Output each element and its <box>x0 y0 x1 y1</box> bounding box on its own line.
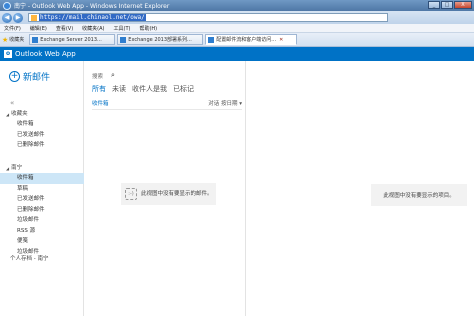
outlook-logo-icon: o <box>4 50 12 58</box>
nav-item-inbox[interactable]: 收件箱 <box>0 119 84 130</box>
nav-item-sent[interactable]: 已发送邮件 <box>0 130 84 141</box>
nav-item-junk[interactable]: 垃圾邮件 <box>0 215 84 226</box>
tab-close-icon[interactable]: ✕ <box>279 37 283 43</box>
empty-reading-notice: 此视图中没有要显示的项目。 <box>371 184 467 206</box>
star-icon: ★ <box>2 35 9 44</box>
search-box[interactable]: 搜索 ⌕ <box>92 71 115 80</box>
maximize-button[interactable]: □ <box>441 1 453 9</box>
menu-edit[interactable]: 编辑(E) <box>30 25 47 32</box>
page-icon <box>31 14 37 21</box>
favorites-section: ◢ 收藏夹 收件箱 已发送邮件 已删除邮件 <box>0 110 84 151</box>
back-button[interactable]: ◀ <box>2 12 12 23</box>
browser-tab-label: 配置邮件流和客户端访问... <box>216 37 277 43</box>
menu-bar: 文件(F) 编辑(E) 查看(V) 收藏夹(A) 工具(T) 帮助(H) <box>0 24 474 33</box>
mailbox-header[interactable]: ◢ 南宁 <box>0 164 84 173</box>
minimize-button[interactable]: _ <box>428 1 440 9</box>
nav-item-rss[interactable]: RSS 源 <box>0 226 84 237</box>
collapse-chevron-icon[interactable]: « <box>10 99 14 107</box>
favorites-button[interactable]: ★ 收藏夹 <box>2 36 24 44</box>
address-bar-row: ◀ ▶ https://mail.chinaol.net/owa/ <box>0 11 474 24</box>
expand-triangle-icon: ◢ <box>6 166 10 171</box>
owa-brand: Outlook Web App <box>15 50 76 58</box>
browser-tab-label: Exchange 2013部署系列... <box>128 37 192 43</box>
favorites-tab-bar: ★ 收藏夹 Exchange Server 2013... Exchange 2… <box>0 33 474 47</box>
menu-help[interactable]: 帮助(H) <box>139 25 157 32</box>
sort-dropdown[interactable]: 对话 按日期 ▾ <box>208 99 242 107</box>
nav-item-drafts[interactable]: 草稿 <box>0 184 84 195</box>
expand-triangle-icon: ◢ <box>6 112 10 117</box>
menu-tools[interactable]: 工具(T) <box>114 25 131 32</box>
nav-item-notes[interactable]: 便笺 <box>0 236 84 247</box>
empty-list-notice: :-) 此视图中没有要显示的邮件。 <box>121 183 216 205</box>
view-filters: 所有 未读 收件人是我 已标记 <box>92 84 200 94</box>
browser-tab-label: Exchange Server 2013... <box>40 36 102 43</box>
forward-button[interactable]: ▶ <box>13 12 23 23</box>
favorites-header[interactable]: ◢ 收藏夹 <box>0 110 84 119</box>
browser-tab[interactable]: Exchange Server 2013... <box>29 34 116 45</box>
search-label: 搜索 <box>92 73 104 80</box>
search-icon[interactable]: ⌕ <box>111 71 115 80</box>
filter-to-me[interactable]: 收件人是我 <box>132 84 167 94</box>
close-button[interactable]: X <box>454 1 472 9</box>
address-bar[interactable]: https://mail.chinaol.net/owa/ <box>28 13 388 22</box>
nav-item-inbox[interactable]: 收件箱 <box>0 173 84 184</box>
tab-favicon-icon <box>208 36 215 43</box>
filter-flagged[interactable]: 已标记 <box>173 84 194 94</box>
filter-all[interactable]: 所有 <box>92 84 106 94</box>
nav-item-deleted[interactable]: 已删除邮件 <box>0 140 84 151</box>
favorites-label: 收藏夹 <box>9 37 25 43</box>
url-text: https://mail.chinaol.net/owa/ <box>39 14 146 21</box>
new-mail-label: 新邮件 <box>23 73 51 83</box>
window-controls: _ □ X <box>428 1 472 9</box>
empty-face-icon: :-) <box>125 188 137 200</box>
nav-item-deleted[interactable]: 已删除邮件 <box>0 205 84 216</box>
browser-tab[interactable]: Exchange 2013部署系列... <box>117 34 204 45</box>
menu-favorites[interactable]: 收藏夹(A) <box>82 25 104 32</box>
empty-list-message: 此视图中没有要显示的邮件。 <box>141 190 213 197</box>
list-header: 收件箱 对话 按日期 ▾ <box>92 99 242 110</box>
nav-item-sent[interactable]: 已发送邮件 <box>0 194 84 205</box>
reading-pane: 此视图中没有要显示的项目。 <box>247 61 474 316</box>
menu-view[interactable]: 查看(V) <box>56 25 73 32</box>
browser-tab-active[interactable]: 配置邮件流和客户端访问... ✕ <box>205 34 298 45</box>
menu-file[interactable]: 文件(F) <box>4 25 21 32</box>
folder-pane: + 新邮件 « ◢ 收藏夹 收件箱 已发送邮件 已删除邮件 ◢ 南宁 收件箱 草… <box>0 61 84 316</box>
owa-header: o Outlook Web App <box>0 47 474 61</box>
current-folder-label: 收件箱 <box>92 101 109 107</box>
new-mail-button[interactable]: + 新邮件 <box>9 70 50 83</box>
mailbox-section: ◢ 南宁 收件箱 草稿 已发送邮件 已删除邮件 垃圾邮件 RSS 源 便笺 垃圾… <box>0 164 84 257</box>
browser-titlebar: 南宁 - Outlook Web App - Windows Internet … <box>0 0 474 11</box>
tab-favicon-icon <box>32 36 39 43</box>
message-list-pane: 搜索 ⌕ 所有 未读 收件人是我 已标记 收件箱 对话 按日期 ▾ :-) 此视… <box>84 61 246 316</box>
tab-favicon-icon <box>120 36 127 43</box>
filter-unread[interactable]: 未读 <box>112 84 126 94</box>
ie-logo-icon <box>3 1 11 10</box>
plus-icon: + <box>9 71 20 82</box>
window-title: 南宁 - Outlook Web App - Windows Internet … <box>14 3 170 10</box>
personal-archive-link[interactable]: 个人存档 - 南宁 <box>10 254 48 262</box>
